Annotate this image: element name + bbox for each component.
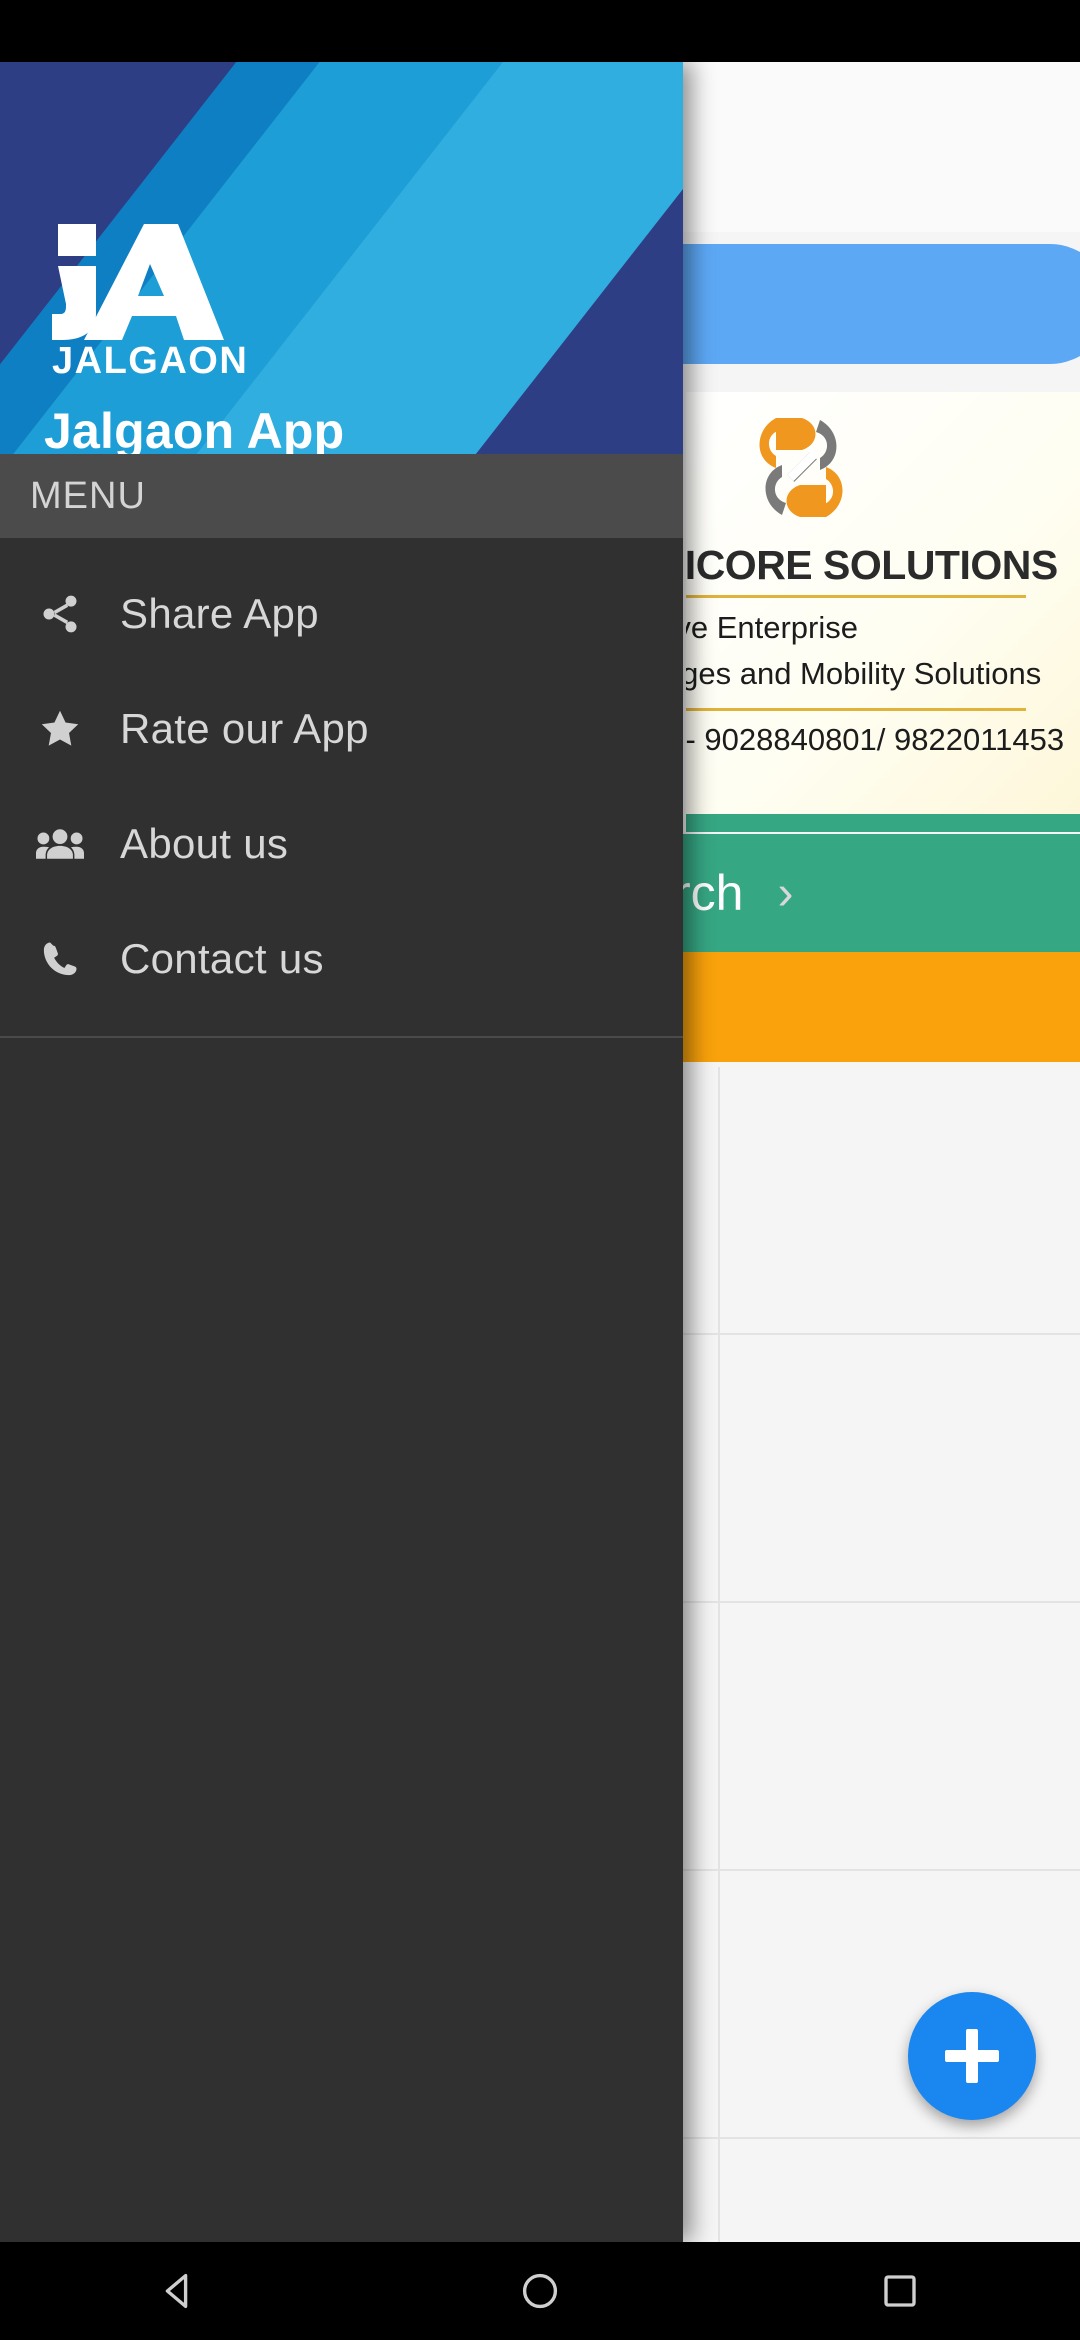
ad-phone-number: Contact:- 9028840801/ 9822011453 [686, 722, 1065, 757]
menu-list: Share App Rate our App About us Contact … [0, 538, 683, 2138]
android-nav-bar [0, 2242, 1080, 2340]
nav-home-button[interactable] [480, 2242, 600, 2340]
advertisement-card[interactable]: MULTICORE SOLUTIONS We Solve Enterprise … [686, 392, 1080, 832]
people-icon [22, 824, 98, 864]
menu-divider [0, 1036, 683, 1038]
ad-divider-top [686, 595, 1026, 598]
menu-section-header: MENU [0, 454, 683, 538]
drawer-header: JALGAON Jalgaon App [0, 62, 683, 454]
nav-recents-button[interactable] [840, 2242, 960, 2340]
menu-section-label: MENU [30, 474, 146, 517]
multicore-logo-icon [746, 410, 856, 525]
add-fab-button[interactable] [908, 1992, 1036, 2120]
menu-item-label: Rate our App [120, 704, 369, 752]
status-bar [0, 0, 1080, 62]
star-icon [22, 706, 98, 752]
menu-item-contact-us[interactable]: Contact us [0, 901, 683, 1016]
menu-item-about-us[interactable]: About us [0, 786, 683, 901]
recents-square-icon [884, 2275, 916, 2307]
grid-cell[interactable] [720, 1871, 1080, 2137]
share-icon [22, 592, 98, 636]
ad-tagline-line2: Challenges and Mobility Solutions [686, 656, 1042, 691]
menu-item-label: Contact us [120, 934, 324, 982]
chevron-right-icon: › [777, 866, 794, 920]
menu-item-label: About us [120, 819, 289, 867]
drawer-app-title: Jalgaon App [44, 403, 345, 454]
logo-wordmark: JALGAON [52, 340, 249, 382]
grid-cell[interactable] [720, 1603, 1080, 1869]
grid-cell[interactable] [720, 1067, 1080, 1333]
menu-item-rate-our-app[interactable]: Rate our App [0, 671, 683, 786]
grid-cell[interactable] [720, 2139, 1080, 2242]
nav-back-button[interactable] [120, 2242, 240, 2340]
back-triangle-icon [165, 2273, 188, 2309]
menu-item-label: Share App [120, 589, 319, 637]
phone-screen: p MULTICORE SOLUTIONS [0, 0, 1080, 2340]
home-circle-icon [522, 2273, 558, 2309]
ad-company-name: MULTICORE SOLUTIONS [686, 542, 1058, 588]
ja-logo-icon [52, 222, 242, 342]
phone-icon [22, 937, 98, 981]
ad-tagline-line1: We Solve Enterprise [686, 610, 858, 645]
plus-icon [945, 2029, 999, 2083]
ad-divider-bottom [686, 708, 1026, 711]
menu-item-share-app[interactable]: Share App [0, 556, 683, 671]
ad-bottom-band [686, 814, 1080, 832]
drawer-empty-area [0, 1038, 683, 2138]
navigation-drawer: JALGAON Jalgaon App MENU Share App Rate … [0, 62, 683, 2242]
grid-cell[interactable] [720, 1335, 1080, 1601]
